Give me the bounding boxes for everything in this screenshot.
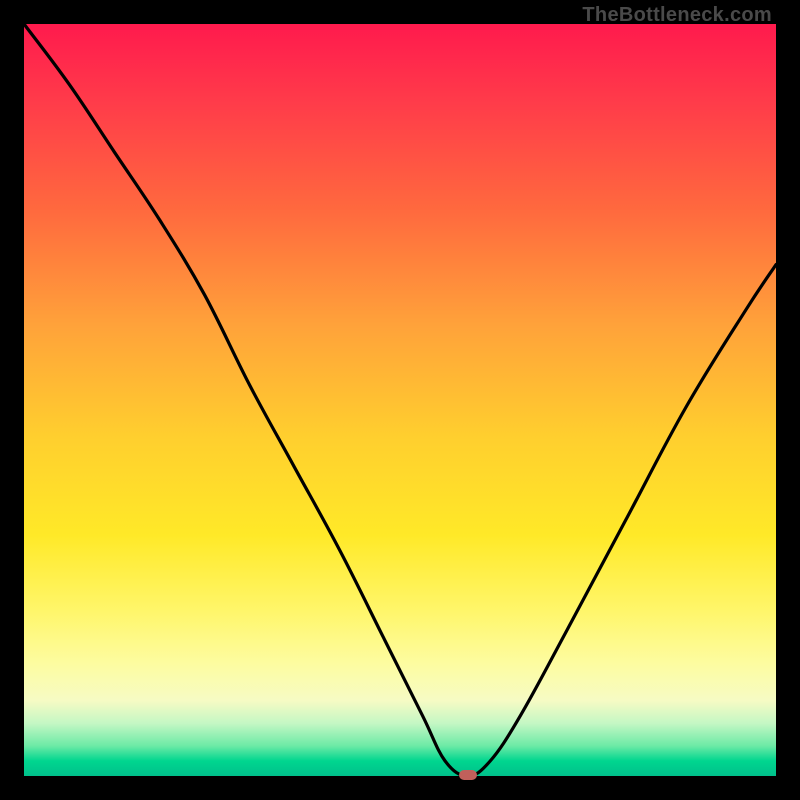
watermark-text: TheBottleneck.com — [582, 4, 772, 27]
chart-frame — [24, 24, 776, 776]
optimum-marker — [459, 770, 477, 780]
bottleneck-curve — [24, 24, 776, 776]
